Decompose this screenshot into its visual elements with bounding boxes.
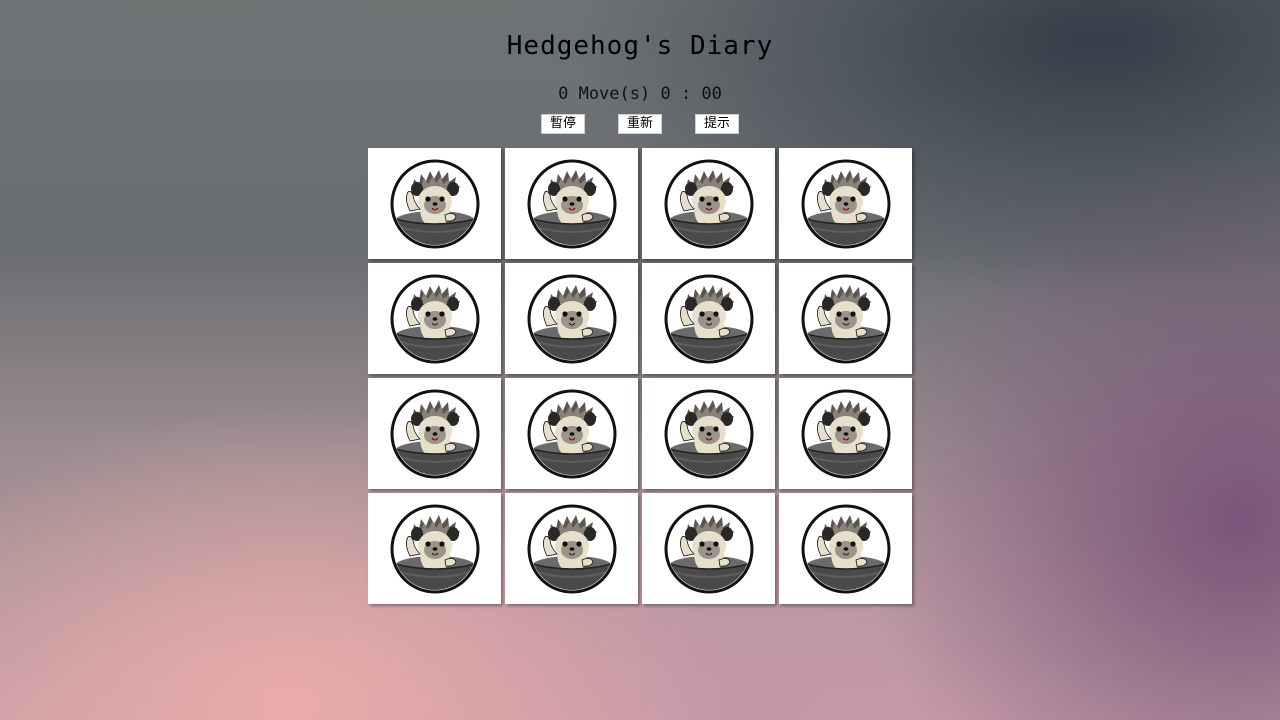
move-count: 0	[558, 84, 569, 104]
hedgehog-in-bowl-icon	[390, 274, 480, 364]
memory-card[interactable]	[779, 493, 912, 604]
timer: 0 : 00	[660, 84, 722, 104]
hedgehog-in-bowl-icon	[801, 504, 891, 594]
hedgehog-in-bowl-icon	[801, 389, 891, 479]
hedgehog-in-bowl-icon	[801, 159, 891, 249]
memory-card[interactable]	[368, 263, 501, 374]
memory-card[interactable]	[368, 378, 501, 489]
hedgehog-in-bowl-icon	[664, 389, 754, 479]
memory-card[interactable]	[505, 263, 638, 374]
control-bar: 暫停 重新 提示	[0, 114, 1280, 134]
memory-card[interactable]	[368, 493, 501, 604]
hedgehog-in-bowl-icon	[527, 389, 617, 479]
hedgehog-in-bowl-icon	[527, 274, 617, 364]
game-title: Hedgehog's Diary	[506, 31, 774, 61]
memory-card[interactable]	[642, 148, 775, 259]
hedgehog-in-bowl-icon	[390, 504, 480, 594]
card-grid	[368, 148, 913, 605]
memory-card[interactable]	[505, 493, 638, 604]
pause-button[interactable]: 暫停	[541, 114, 585, 134]
memory-card[interactable]	[505, 378, 638, 489]
memory-card[interactable]	[642, 378, 775, 489]
hedgehog-in-bowl-icon	[664, 504, 754, 594]
hedgehog-in-bowl-icon	[527, 504, 617, 594]
memory-card[interactable]	[368, 148, 501, 259]
game-stats: 0 Move(s) 0 : 00	[0, 82, 1280, 106]
hedgehog-in-bowl-icon	[390, 389, 480, 479]
memory-card[interactable]	[779, 148, 912, 259]
hedgehog-in-bowl-icon	[664, 159, 754, 249]
hint-button[interactable]: 提示	[695, 114, 739, 134]
hedgehog-in-bowl-icon	[664, 274, 754, 364]
memory-card[interactable]	[642, 263, 775, 374]
hedgehog-in-bowl-icon	[527, 159, 617, 249]
hedgehog-in-bowl-icon	[801, 274, 891, 364]
restart-button[interactable]: 重新	[618, 114, 662, 134]
hedgehog-in-bowl-icon	[390, 159, 480, 249]
memory-card[interactable]	[779, 263, 912, 374]
memory-card[interactable]	[642, 493, 775, 604]
memory-card[interactable]	[505, 148, 638, 259]
move-label: Move(s)	[578, 84, 651, 104]
memory-card[interactable]	[779, 378, 912, 489]
